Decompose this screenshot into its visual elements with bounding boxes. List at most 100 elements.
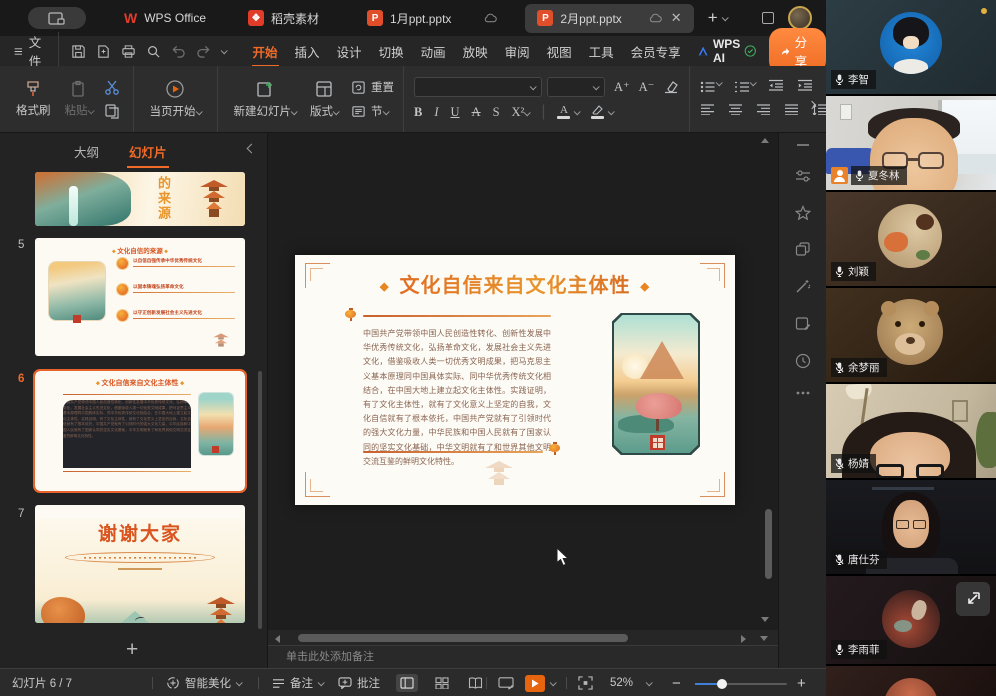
chevron-down-icon[interactable] [608,108,615,115]
menu-tools[interactable]: 工具 [588,36,615,67]
menu-review[interactable]: 审阅 [504,36,531,67]
user-avatar[interactable] [788,6,812,30]
shadow-button[interactable]: S [493,105,500,120]
font-size-select[interactable] [547,77,605,97]
panel-scrollbar-thumb[interactable] [258,371,262,629]
home-button[interactable] [28,7,86,29]
menu-transition[interactable]: 切换 [378,36,405,67]
more-icon[interactable] [796,391,810,395]
redo-icon[interactable] [196,45,211,58]
format-painter-button[interactable]: 格式刷 [9,80,58,118]
wps-ai-button[interactable]: WPS AI [698,37,744,65]
slide-editor[interactable]: ◆文化自信来自文化主体性◆ 中国共产党带领中国人民创造性转化、创新性发展中华优秀… [295,255,735,505]
chevron-down-icon[interactable] [550,679,557,686]
bullet-list-button[interactable] [700,81,721,93]
notes-input[interactable]: 单击此处添加备注 [268,645,778,668]
tab-wps-office[interactable]: W WPS Office [112,4,218,32]
slide-thumbnail-4[interactable]: 的来源 [35,172,245,226]
new-tab-button[interactable]: + [708,8,727,28]
copy-icon[interactable] [104,103,120,119]
reading-view-button[interactable] [464,674,486,692]
participant-tile-7[interactable]: 李雨菲 [826,576,996,664]
zoom-out-button[interactable]: − [672,669,681,696]
normal-view-button[interactable] [396,674,418,692]
numbered-list-button[interactable] [734,81,755,93]
menu-member[interactable]: 会员专享 [630,36,682,67]
horizontal-scrollbar-thumb[interactable] [298,634,628,642]
strikethrough-button[interactable]: A [472,105,481,120]
scroll-right-arrow[interactable] [741,635,746,643]
participant-tile-2[interactable]: 夏冬林 [826,96,996,190]
participant-tile-5[interactable]: 杨婧 [826,384,996,478]
scroll-left-arrow[interactable] [275,635,280,643]
layout-button[interactable]: 版式 [303,79,345,119]
play-from-current-button[interactable]: 当页开始 [143,79,208,119]
properties-icon[interactable] [795,169,811,183]
history-clock-icon[interactable] [795,353,811,369]
smart-beautify-button[interactable]: 智能美化 [166,669,241,696]
selection-pane-icon[interactable] [795,242,811,257]
menu-insert[interactable]: 插入 [294,36,321,67]
scroll-down-arrow[interactable] [761,617,769,622]
participant-tile-8-partial[interactable] [826,666,996,696]
menu-slideshow[interactable]: 放映 [462,36,489,67]
menu-animation[interactable]: 动画 [420,36,447,67]
slide-canvas[interactable]: ◆文化自信来自文化主体性◆ 中国共产党带领中国人民创造性转化、创新性发展中华优秀… [268,133,778,668]
doc-health-icon[interactable] [744,43,757,59]
output-icon[interactable] [96,44,111,59]
participant-tile-6[interactable]: 唐仕芬 [826,480,996,574]
bold-button[interactable]: B [414,105,422,120]
vertical-scrollbar-thumb[interactable] [765,509,772,579]
menu-home[interactable]: 开始 [252,36,279,67]
clear-format-icon[interactable] [663,80,679,94]
font-color-button[interactable]: A [557,105,570,119]
chevron-down-icon[interactable] [220,47,227,54]
find-icon[interactable] [146,44,161,59]
save-icon[interactable] [71,44,86,59]
decrease-font-icon[interactable]: A⁻ [639,79,655,95]
tab-docer[interactable]: ❖ 稻壳素材 [236,4,331,33]
justify-button[interactable] [784,102,799,120]
slide-body-text[interactable]: 中国共产党带领中国人民创造性转化、创新性发展中华优秀传统文化，弘扬革命文化，发展… [363,327,551,469]
new-slide-button[interactable]: 新建幻灯片 [227,79,304,119]
slideshow-settings-icon[interactable] [498,676,514,690]
superscript-button[interactable]: X² [512,105,530,120]
slide-thumbnail-7[interactable]: 谢谢大家 [35,505,245,623]
comments-button[interactable]: 批注 [338,669,380,696]
add-slide-button[interactable]: + [126,638,138,662]
fullscreen-icon[interactable] [578,676,593,690]
slide-image[interactable] [612,313,700,455]
scroll-up-arrow[interactable] [761,138,769,143]
tab-outline[interactable]: 大纲 [72,133,101,170]
reset-button[interactable]: 重置 [351,79,394,95]
close-tab-icon[interactable]: ✕ [671,10,682,26]
section-button[interactable]: 节 [351,103,394,119]
slide-title[interactable]: ◆文化自信来自文化主体性◆ [295,269,735,298]
slide-thumbnail-5[interactable]: ◆ 文化自信的来源 ◆ 以自信自强传承中华优秀传统文化 以固本铸魂弘扬革命文化 … [35,238,245,356]
underline-button[interactable]: U [451,105,460,120]
participant-tile-3[interactable]: 刘颖 [826,192,996,286]
align-center-button[interactable] [728,102,743,120]
play-slideshow-button[interactable] [525,675,545,692]
increase-font-icon[interactable]: A⁺ [614,79,630,95]
paste-button[interactable]: 粘贴 [58,80,100,118]
tab-slides[interactable]: 幻灯片 [127,133,169,170]
horizontal-scrollbar[interactable] [268,630,778,645]
zoom-level-select[interactable]: 52% [610,669,651,696]
menu-design[interactable]: 设计 [336,36,363,67]
participant-tile-1[interactable]: 李智 [826,0,996,94]
chevron-down-icon[interactable] [574,108,581,115]
zoom-in-button[interactable]: + [797,669,806,696]
notes-button[interactable]: 备注 [272,669,323,696]
restore-window-icon[interactable] [762,12,774,24]
next-slide-arrow[interactable] [760,636,768,641]
tab-doc-2-active[interactable]: P 2月ppt.pptx ✕ [525,4,693,33]
font-name-select[interactable] [414,77,542,97]
slide-sorter-view-button[interactable] [431,674,453,692]
zoom-slider[interactable] [695,683,787,685]
collapse-panel-icon[interactable] [247,144,257,154]
menu-view[interactable]: 视图 [546,36,573,67]
align-right-button[interactable] [756,102,771,120]
decrease-indent-button[interactable] [768,78,784,96]
beautify-wand-icon[interactable] [795,279,811,294]
